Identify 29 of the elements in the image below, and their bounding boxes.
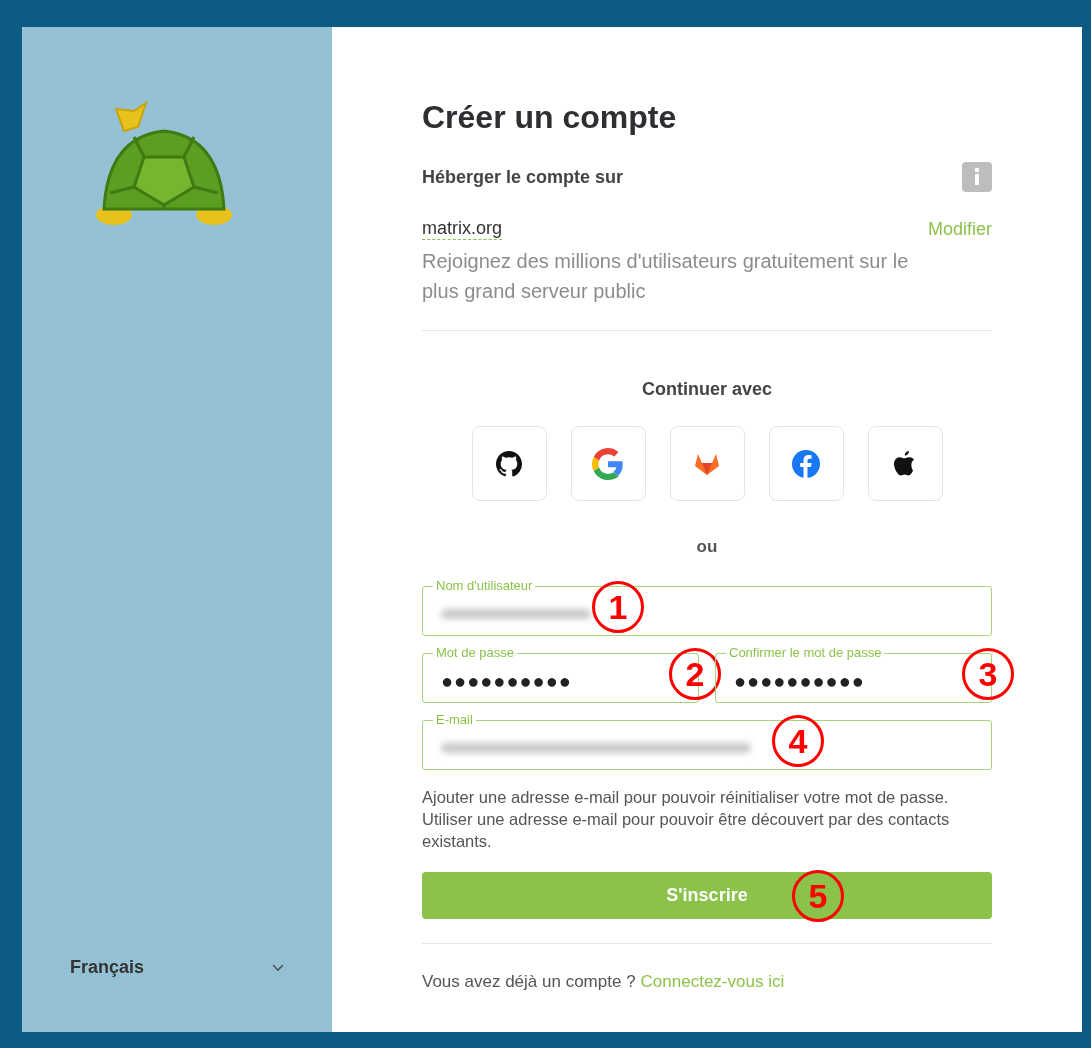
separator-text: ou xyxy=(695,537,719,557)
facebook-icon xyxy=(791,448,821,479)
annotation-number: 3 xyxy=(962,648,1014,700)
field-label: E-mail xyxy=(435,713,474,727)
apple-icon xyxy=(893,449,917,478)
chevron-down-icon xyxy=(272,963,284,972)
login-link[interactable]: Connectez-vous ici xyxy=(640,972,785,991)
annotation-number: 5 xyxy=(792,870,844,922)
server-name: matrix.org xyxy=(422,218,502,240)
sso-provider-button[interactable] xyxy=(471,426,547,501)
annotation-number: 2 xyxy=(669,648,721,700)
page-title: Créer un compte xyxy=(422,99,678,136)
change-server-link[interactable]: Modifier xyxy=(927,218,992,240)
google-icon xyxy=(592,447,624,480)
server-heading: Héberger le compte sur xyxy=(422,166,624,188)
field-label: Nom d'utilisateur xyxy=(435,579,534,593)
sso-provider-button[interactable] xyxy=(867,426,943,501)
sso-heading: Continuer avec xyxy=(640,379,773,400)
language-select[interactable]: Français xyxy=(62,953,292,982)
annotation-number: 4 xyxy=(772,715,824,767)
annotation-number: 1 xyxy=(592,581,644,633)
github-icon xyxy=(496,450,522,477)
password-value: ●●●●●●●●●● xyxy=(734,669,865,693)
server-description: Rejoignez des millions d'utilisateurs gratuitement sur le plus grand serveur public xyxy=(422,249,910,304)
password-value: ●●●●●●●●●● xyxy=(441,669,572,693)
field-label: Confirmer le mot de passe xyxy=(728,646,883,660)
email-help-text: Ajouter une adresse e-mail pour pouvoir réinitialiser votre mot de passe. Utiliser une adresse e-mail pour pouvoir être découvert par des contacts existants. xyxy=(422,787,951,852)
field-label: Mot de passe xyxy=(435,646,516,660)
login-prompt: Vous avez déjà un compte ? xyxy=(422,972,636,991)
